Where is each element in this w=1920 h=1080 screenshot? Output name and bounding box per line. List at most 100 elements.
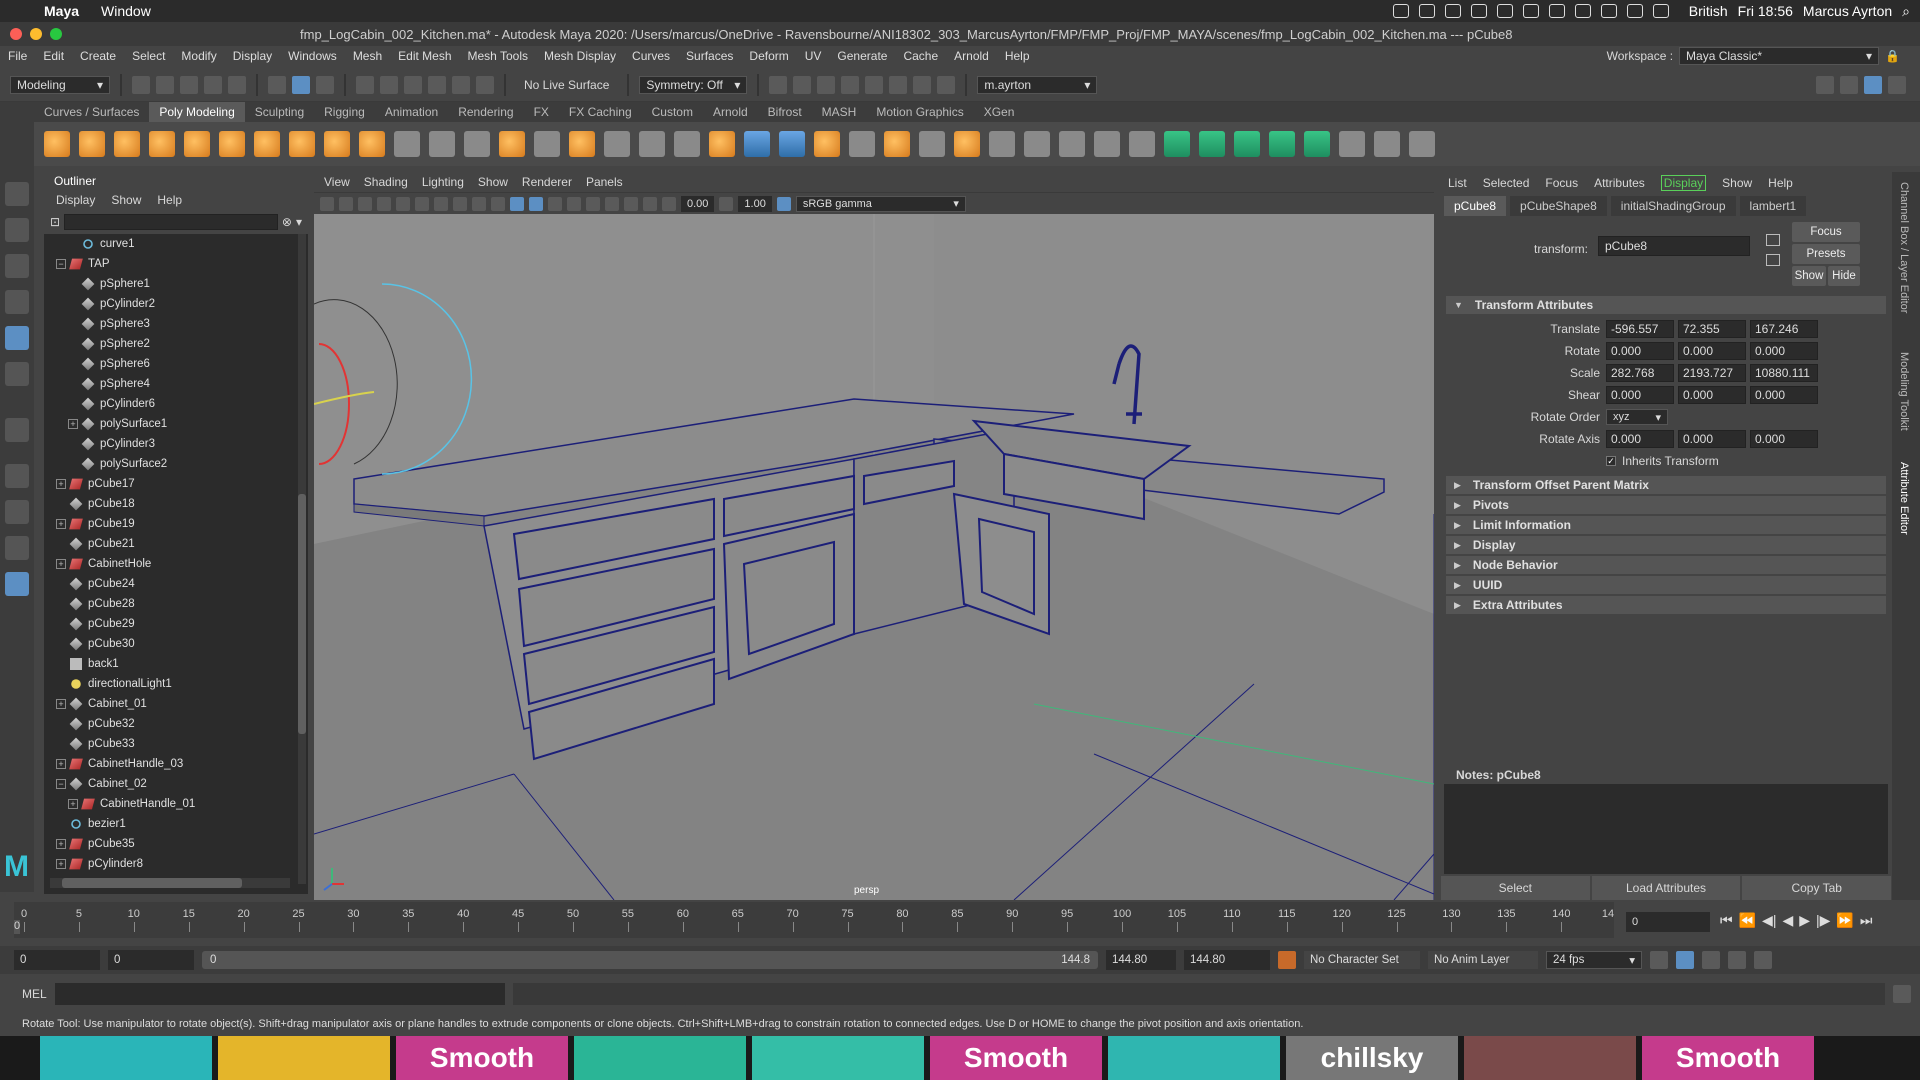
step-forward-key-icon[interactable]: ⏩ [1836,912,1853,929]
scale-y-field[interactable]: 2193.727 [1678,364,1746,382]
keyboard-layout[interactable]: British [1689,3,1728,19]
offset-edge-loop-icon[interactable] [1129,131,1155,157]
outliner-row[interactable]: pCube33 [44,734,294,754]
shear-y-field[interactable]: 0.000 [1678,386,1746,404]
outliner-row[interactable]: pCylinder6 [44,394,294,414]
outliner-row[interactable]: pSphere4 [44,374,294,394]
step-forward-frame-icon[interactable]: |▶ [1816,912,1830,929]
playback-end-field[interactable]: 144.80 [1106,950,1176,970]
copy-icon[interactable] [1766,254,1780,266]
load-attributes-button[interactable]: Load Attributes [1591,876,1741,900]
range-bar[interactable]: 0 144.8 [202,951,1098,969]
shear-z-field[interactable]: 0.000 [1750,386,1818,404]
app-menu[interactable]: Maya [44,3,79,19]
rotate-x-field[interactable]: 0.000 [1606,342,1674,360]
viewport-menu-shading[interactable]: Shading [364,175,408,189]
play-backward-icon[interactable]: ◀ [1782,912,1793,929]
command-input[interactable] [54,983,505,1005]
outliner-menu-help[interactable]: Help [157,190,182,210]
outliner-row[interactable]: pCube24 [44,574,294,594]
play-forward-icon[interactable]: ▶ [1799,912,1810,929]
step-back-frame-icon[interactable]: ◀| [1762,912,1776,929]
select-object-icon[interactable] [292,75,310,94]
outliner-hscroll[interactable] [50,878,290,888]
viewport-canvas[interactable]: persp [314,214,1434,900]
command-language-label[interactable]: MEL [22,987,47,1001]
svg-icon[interactable] [359,131,385,157]
grid-icon[interactable] [377,196,391,211]
fps-dropdown[interactable]: 24 fps ▾ [1546,951,1642,969]
ao-icon[interactable] [605,196,619,211]
go-to-start-icon[interactable]: ⏮ [1720,912,1733,929]
menu-curves[interactable]: Curves [624,49,678,63]
menu-select[interactable]: Select [124,49,173,63]
outliner-layout-icon[interactable] [5,572,29,596]
live-surface-label[interactable]: No Live Surface [516,78,617,92]
playback-start-field[interactable]: 0 [108,950,194,970]
poly-sphere-icon[interactable] [44,131,70,157]
dock-thumbnail[interactable]: Smooth [930,1036,1102,1080]
uv-unfold-icon[interactable] [1304,131,1330,157]
gate-mask-icon[interactable] [434,196,448,211]
outliner-row[interactable]: + pCube35 [44,834,294,854]
new-scene-icon[interactable] [132,75,150,94]
dock-thumbnail[interactable] [218,1036,390,1080]
side-tab-modeling-toolkit[interactable]: Modeling Toolkit [1898,352,1910,431]
go-to-end-icon[interactable]: ⏭ [1860,912,1873,929]
redo-icon[interactable] [228,75,246,94]
outliner-row[interactable]: + CabinetHandle_03 [44,754,294,774]
separate-icon[interactable] [534,131,560,157]
outliner-row[interactable]: pCube30 [44,634,294,654]
select-tool-icon[interactable] [5,182,29,206]
target-weld-icon[interactable] [884,131,910,157]
four-pane-icon[interactable] [5,500,29,524]
shelf-tab-xgen[interactable]: XGen [974,102,1025,122]
uv-planar-icon[interactable] [1164,131,1190,157]
dock-thumbnail[interactable]: Smooth [396,1036,568,1080]
insert-edge-loop-icon[interactable] [1094,131,1120,157]
sound-icon[interactable] [1702,951,1720,969]
translate-y-field[interactable]: 72.355 [1678,320,1746,338]
menu-deform[interactable]: Deform [741,49,796,63]
script-editor-button-icon[interactable] [1892,985,1911,1003]
cut-uv-icon[interactable] [1374,131,1400,157]
shelf-tab-motion-graphics[interactable]: Motion Graphics [866,102,973,122]
step-back-key-icon[interactable]: ⏪ [1739,912,1756,929]
cache-playback-icon[interactable] [1676,951,1694,969]
last-tool-icon[interactable] [5,418,29,442]
inherits-checkbox[interactable]: ✓ [1606,456,1616,466]
safe-action-icon[interactable] [472,196,486,211]
outliner-row[interactable]: + pCube19 [44,514,294,534]
xray-icon[interactable] [643,196,657,211]
uv-spherical-icon[interactable] [1234,131,1260,157]
rotate-tool-icon[interactable] [5,326,29,350]
workspace-dropdown[interactable]: Maya Classic* ▾ [1679,47,1880,65]
outliner-row[interactable]: pCube29 [44,614,294,634]
bookmark-icon[interactable] [339,196,353,211]
tray-icon[interactable] [1470,4,1487,18]
mirror-icon[interactable] [744,131,770,157]
scale-z-field[interactable]: 10880.111 [1750,364,1818,382]
anim-layer-dropdown[interactable]: No Anim Layer [1428,951,1538,969]
connect-icon[interactable] [919,131,945,157]
colorspace-dropdown[interactable]: sRGB gamma ▾ [795,195,966,212]
animation-start-field[interactable]: 0 [14,950,100,970]
user-name[interactable]: Marcus Ayrton [1803,3,1892,19]
attr-menu-display[interactable]: Display [1660,175,1707,191]
auto-key-icon[interactable] [1278,951,1296,969]
expand-toggle-icon[interactable]: + [56,859,66,869]
tray-icon[interactable] [1574,4,1591,18]
notes-field[interactable] [1444,784,1888,874]
window-menu[interactable]: Window [101,3,151,19]
field-chart-icon[interactable] [453,196,467,211]
menu-display[interactable]: Display [225,49,280,63]
rotate-order-dropdown[interactable]: xyz ▾ [1606,409,1668,425]
transform-name-field[interactable]: pCube8 [1598,236,1750,256]
loop-icon[interactable] [1650,951,1668,969]
close-icon[interactable] [10,28,22,40]
pause-icon[interactable] [937,75,956,94]
outliner-row[interactable]: + Cabinet_01 [44,694,294,714]
gamma-field[interactable]: 1.00 [738,195,772,212]
outliner-row[interactable]: polySurface2 [44,454,294,474]
attr-tab-pcubeshape8[interactable]: pCubeShape8 [1510,196,1607,216]
